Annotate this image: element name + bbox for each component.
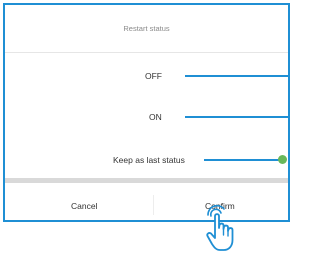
- radio-selected-icon[interactable]: [278, 155, 287, 164]
- title-divider: [5, 52, 288, 53]
- option-on[interactable]: ON: [149, 112, 162, 122]
- callout-line-off: [185, 75, 288, 77]
- restart-status-dialog: Restart status OFF ON Keep as last statu…: [3, 3, 290, 222]
- hand-pointer-icon: [206, 204, 234, 251]
- callout-line-keep: [204, 159, 279, 161]
- option-keep-as-last-status[interactable]: Keep as last status: [113, 155, 185, 165]
- option-off[interactable]: OFF: [145, 71, 162, 81]
- button-divider: [153, 195, 154, 215]
- callout-line-on: [185, 116, 288, 118]
- cancel-button[interactable]: Cancel: [71, 201, 97, 211]
- button-bar-separator: [5, 178, 288, 183]
- dialog-title: Restart status: [123, 24, 170, 33]
